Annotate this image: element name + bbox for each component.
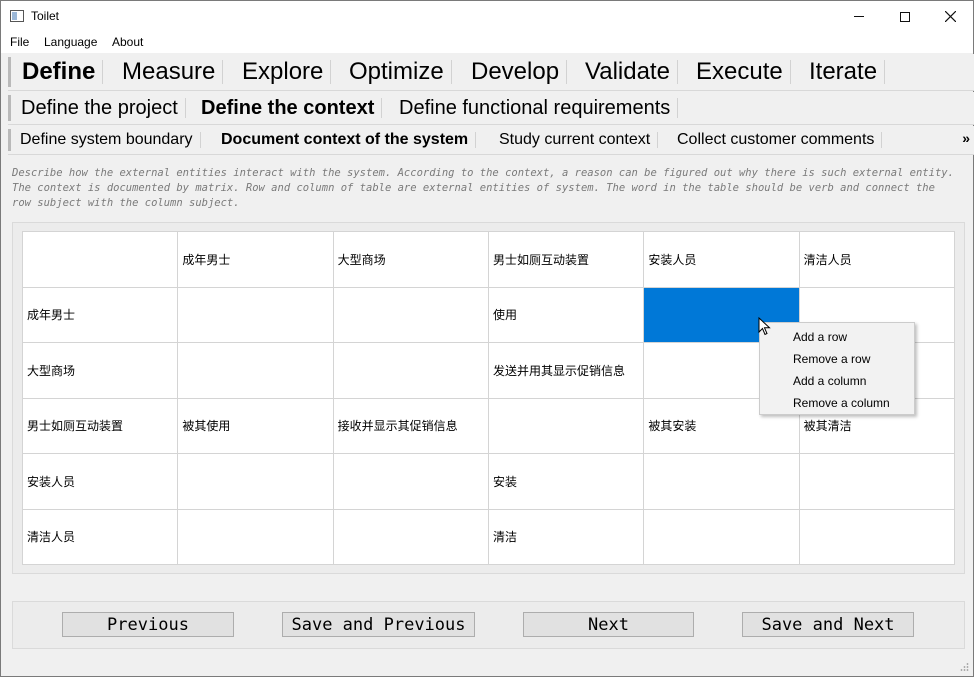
menu-bar: File Language About (1, 32, 973, 53)
maximize-button[interactable] (882, 1, 928, 32)
matrix-header-cell[interactable]: 清洁人员 (798, 231, 956, 288)
title-bar: Toilet (1, 1, 973, 32)
menu-about[interactable]: About (112, 35, 143, 49)
previous-button[interactable]: Previous (62, 612, 234, 637)
menu-add-column[interactable]: Add a column (760, 370, 914, 392)
phase-tab-bar: Define Measure Explore Optimize Develop … (8, 54, 974, 91)
menu-add-row[interactable]: Add a row (760, 326, 914, 348)
tab-define-the-project[interactable]: Define the project (21, 92, 186, 124)
tab-define-functional-requirements[interactable]: Define functional requirements (399, 92, 679, 124)
app-window-icon (10, 10, 24, 22)
chevron-double-right-icon[interactable]: » (962, 130, 970, 146)
matrix-header-cell[interactable]: 成年男士 (177, 231, 334, 288)
tab-optimize[interactable]: Optimize (349, 54, 452, 90)
matrix-header-cell[interactable]: 男士如厕互动装置 (487, 231, 645, 288)
context-menu: Add a row Remove a row Add a column Remo… (759, 322, 915, 415)
close-button[interactable] (927, 1, 973, 32)
matrix-header-cell[interactable]: 清洁人员 (21, 508, 179, 565)
matrix-cell[interactable] (177, 453, 334, 510)
matrix-cell[interactable] (332, 453, 489, 510)
matrix-cell[interactable]: 使用 (487, 286, 645, 343)
step-tab-bar: Define the project Define the context De… (8, 92, 974, 125)
matrix-cell[interactable] (332, 508, 489, 565)
matrix-cell[interactable]: 发送并用其显示促销信息 (487, 342, 645, 399)
menu-file[interactable]: File (10, 35, 29, 49)
tab-validate[interactable]: Validate (585, 54, 678, 90)
menu-remove-row[interactable]: Remove a row (760, 348, 914, 370)
matrix-cell[interactable] (643, 508, 800, 565)
matrix-header-row: 成年男士 大型商场 男士如厕互动装置 安装人员 清洁人员 (21, 231, 956, 288)
matrix-header-cell[interactable]: 安装人员 (21, 453, 179, 510)
close-icon (944, 11, 956, 22)
matrix-header-cell[interactable]: 大型商场 (332, 231, 489, 288)
tab-define-the-context[interactable]: Define the context (201, 92, 383, 124)
matrix-cell[interactable]: 接收并显示其促销信息 (332, 397, 489, 454)
table-row: 清洁人员 清洁 (21, 508, 956, 565)
matrix-header-cell[interactable]: 成年男士 (21, 286, 179, 343)
matrix-cell[interactable]: 安装 (487, 453, 645, 510)
menu-language[interactable]: Language (44, 35, 97, 49)
matrix-cell[interactable] (798, 508, 956, 565)
maximize-icon (900, 11, 910, 22)
next-button[interactable]: Next (523, 612, 694, 637)
save-and-next-button[interactable]: Save and Next (742, 612, 914, 637)
tab-explore[interactable]: Explore (242, 54, 332, 90)
app-window: Toilet File Language About Define Measur… (0, 0, 974, 677)
tab-collect-customer-comments[interactable]: Collect customer comments (677, 126, 883, 154)
task-tab-bar: Define system boundary Document context … (8, 126, 974, 155)
tab-develop[interactable]: Develop (471, 54, 568, 90)
matrix-cell[interactable]: 被其使用 (177, 397, 334, 454)
matrix-cell[interactable] (177, 508, 334, 565)
matrix-cell[interactable] (332, 342, 489, 399)
matrix-header-cell[interactable]: 大型商场 (21, 342, 179, 399)
matrix-header-cell[interactable]: 安装人员 (643, 231, 800, 288)
matrix-cell[interactable] (177, 342, 334, 399)
tab-execute[interactable]: Execute (696, 54, 791, 90)
minimize-icon (854, 16, 864, 17)
menu-remove-column[interactable]: Remove a column (760, 392, 914, 414)
resize-grip-icon[interactable] (959, 662, 969, 672)
minimize-button[interactable] (836, 1, 882, 32)
matrix-cell[interactable] (643, 453, 800, 510)
tab-define[interactable]: Define (22, 54, 104, 90)
matrix-header-cell[interactable] (21, 231, 179, 288)
mouse-pointer-icon (758, 317, 771, 336)
save-and-previous-button[interactable]: Save and Previous (282, 612, 475, 637)
matrix-header-cell[interactable]: 男士如厕互动装置 (21, 397, 179, 454)
tab-define-system-boundary[interactable]: Define system boundary (20, 126, 201, 154)
matrix-cell[interactable]: 清洁 (487, 508, 645, 565)
tab-document-context[interactable]: Document context of the system (221, 126, 477, 154)
matrix-cell[interactable] (332, 286, 489, 343)
window-title: Toilet (31, 9, 60, 23)
tab-study-current-context[interactable]: Study current context (499, 126, 659, 154)
task-description: Describe how the external entities inter… (12, 167, 954, 209)
tab-iterate[interactable]: Iterate (809, 54, 886, 90)
table-row: 安装人员 安装 (21, 453, 956, 510)
matrix-cell[interactable] (177, 286, 334, 343)
matrix-cell[interactable] (798, 453, 956, 510)
tab-measure[interactable]: Measure (122, 54, 224, 90)
matrix-cell[interactable] (487, 397, 645, 454)
